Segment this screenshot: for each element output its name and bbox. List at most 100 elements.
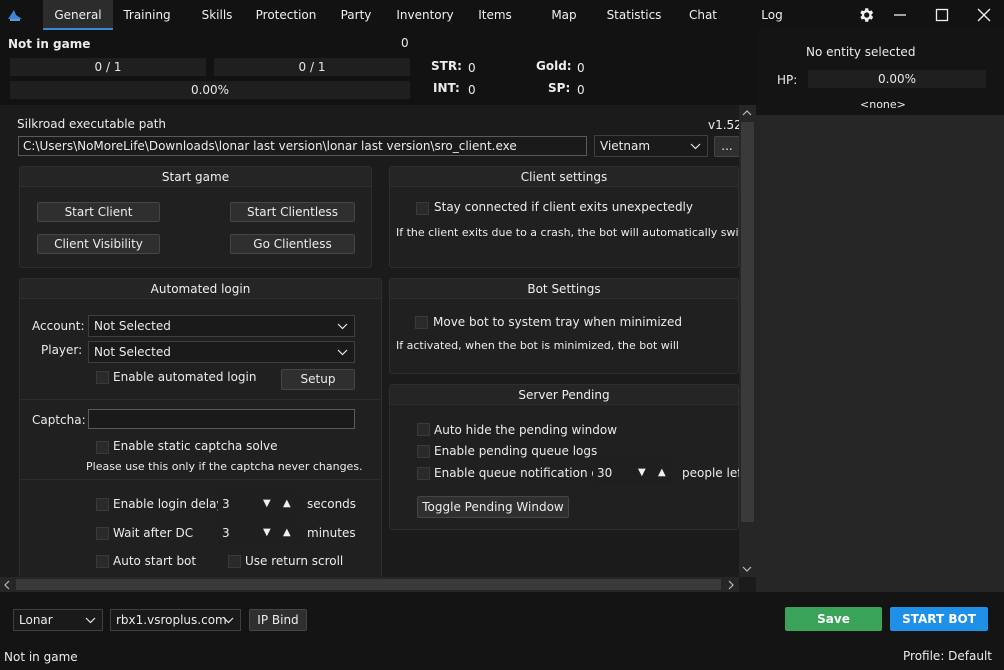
static-captcha-checkbox[interactable] [96, 441, 109, 454]
chevron-down-icon [223, 610, 234, 636]
tab-training[interactable]: Training [113, 0, 181, 30]
path-label: Silkroad executable path [17, 117, 167, 131]
sp-label: SP: [548, 81, 571, 95]
seconds-label: seconds [307, 497, 357, 511]
tab-map[interactable]: Map [543, 0, 585, 30]
gear-icon[interactable] [848, 0, 884, 30]
close-icon[interactable] [966, 0, 1002, 30]
wait-after-dc-value: 3 [222, 526, 230, 540]
app-logo-icon [6, 7, 24, 23]
exp-bar: 0.00% [10, 81, 410, 99]
spin-up-icon[interactable]: ▲ [283, 522, 291, 544]
gold-value: 0 [577, 61, 585, 75]
entity-hp-bar: 0.00% [808, 70, 986, 88]
server-select-value: rbx1.vsroplus.com [116, 613, 227, 627]
tab-general[interactable]: General [43, 0, 113, 30]
tab-inventory[interactable]: Inventory [392, 0, 458, 30]
move-tray-label: Move bot to system tray when minimized [433, 315, 682, 329]
chevron-down-icon [690, 136, 701, 162]
server-pending-title: Server Pending [390, 385, 738, 405]
login-delay-checkbox[interactable] [96, 498, 109, 511]
ip-bind-button[interactable]: IP Bind [249, 609, 307, 631]
vertical-scroll-thumb[interactable] [741, 122, 754, 522]
bottom-bar: Lonar rbx1.vsroplus.com IP Bind Save STA… [0, 592, 1004, 670]
auto-start-bot-checkbox[interactable] [96, 555, 109, 568]
tab-skills[interactable]: Skills [191, 0, 243, 30]
tab-protection[interactable]: Protection [250, 0, 322, 30]
spin-down-icon[interactable]: ▼ [263, 522, 271, 544]
scroll-down-icon[interactable] [740, 563, 754, 577]
queue-notification-spinner[interactable]: 30 ▼ ▲ [593, 462, 673, 484]
general-content: Silkroad executable path v1.52 C:\Users\… [0, 105, 756, 592]
scroll-up-icon[interactable] [740, 107, 754, 121]
bot-settings-title: Bot Settings [390, 279, 738, 299]
hp-bar: 0 / 1 [10, 58, 206, 76]
stay-connected-checkbox[interactable] [416, 202, 429, 215]
bot-settings-description: If activated, when the bot is minimized,… [396, 339, 679, 352]
spin-up-icon[interactable]: ▲ [658, 462, 666, 484]
client-visibility-button[interactable]: Client Visibility [37, 234, 160, 254]
status-count: 0 [401, 36, 409, 50]
bot-settings-panel: Bot Settings Move bot to system tray whe… [389, 278, 739, 374]
auto-hide-label: Auto hide the pending window [434, 423, 618, 437]
tab-chat[interactable]: Chat [683, 0, 723, 30]
int-value: 0 [468, 83, 476, 97]
browse-button[interactable]: ... [714, 136, 740, 157]
tab-statistics[interactable]: Statistics [602, 0, 666, 30]
footer-status: Not in game [4, 650, 78, 664]
entity-title: No entity selected [806, 45, 916, 59]
login-delay-label: Enable login delay [113, 497, 224, 511]
entity-hp-label: HP: [777, 73, 798, 87]
setup-button[interactable]: Setup [281, 369, 355, 390]
horizontal-scroll-thumb[interactable] [16, 579, 721, 590]
maximize-icon[interactable] [924, 0, 960, 30]
minutes-label: minutes [307, 526, 356, 540]
pending-logs-checkbox[interactable] [417, 445, 430, 458]
spin-up-icon[interactable]: ▲ [283, 493, 291, 515]
wait-after-dc-label: Wait after DC [113, 526, 194, 540]
player-select[interactable]: Not Selected [88, 341, 355, 363]
server-select[interactable]: rbx1.vsroplus.com [110, 609, 241, 631]
captcha-input[interactable] [88, 409, 355, 429]
entity-name: <none> [860, 98, 906, 111]
profile-select[interactable]: Lonar [13, 609, 103, 631]
wait-after-dc-checkbox[interactable] [96, 527, 109, 540]
entity-header: No entity selected HP: 0.00% <none> [756, 30, 1004, 115]
tab-items[interactable]: Items [472, 0, 518, 30]
int-label: INT: [433, 81, 460, 95]
wait-after-dc-spinner[interactable]: 3 ▼ ▲ [218, 522, 298, 544]
stay-connected-label: Stay connected if client exits unexpecte… [434, 200, 693, 214]
toggle-pending-window-button[interactable]: Toggle Pending Window [417, 496, 569, 518]
move-tray-checkbox[interactable] [415, 316, 428, 329]
minimize-icon[interactable] [882, 0, 918, 30]
client-path-input[interactable]: C:\Users\NoMoreLife\Downloads\lonar last… [18, 136, 587, 156]
queue-notification-checkbox[interactable] [417, 467, 430, 480]
gold-label: Gold: [536, 59, 572, 73]
chevron-down-icon [337, 342, 348, 368]
version-label: v1.52 [708, 118, 742, 132]
pending-logs-label: Enable pending queue logs [434, 444, 598, 458]
auto-hide-checkbox[interactable] [417, 423, 430, 436]
save-button[interactable]: Save [785, 607, 882, 631]
login-delay-spinner[interactable]: 3 ▼ ▲ [218, 493, 298, 515]
account-label: Account: [32, 319, 85, 333]
automated-login-panel: Automated login Account: Not Selected Pl… [19, 278, 382, 578]
start-client-button[interactable]: Start Client [37, 202, 160, 222]
spin-down-icon[interactable]: ▼ [263, 493, 271, 515]
region-select[interactable]: Vietnam [594, 135, 708, 157]
tab-party[interactable]: Party [332, 0, 380, 30]
account-value: Not Selected [94, 319, 171, 333]
use-return-scroll-checkbox[interactable] [228, 555, 241, 568]
go-clientless-button[interactable]: Go Clientless [230, 234, 355, 254]
divider [20, 479, 381, 480]
start-bot-button[interactable]: START BOT [890, 607, 988, 631]
spin-down-icon[interactable]: ▼ [638, 462, 646, 484]
profile-select-value: Lonar [19, 613, 53, 627]
queue-notification-label: Enable queue notification on [434, 466, 607, 480]
tab-log[interactable]: Log [752, 0, 792, 30]
account-select[interactable]: Not Selected [88, 315, 355, 337]
enable-auto-login-checkbox[interactable] [96, 371, 109, 384]
start-clientless-button[interactable]: Start Clientless [230, 202, 355, 222]
str-label: STR: [431, 59, 462, 73]
queue-notification-value: 30 [597, 466, 613, 480]
